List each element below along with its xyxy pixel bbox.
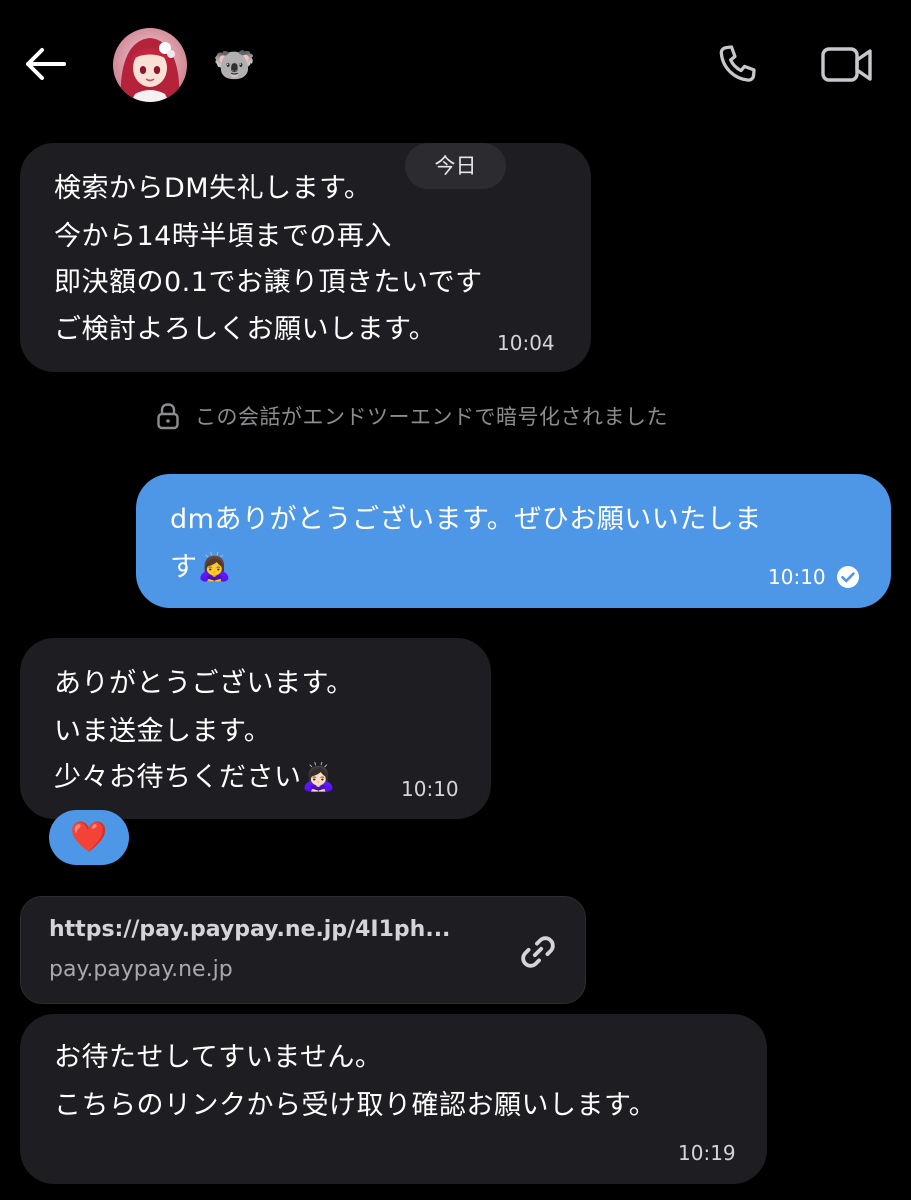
message-text-line: 少々お待ちください🙇🏻‍♀️ (54, 762, 336, 793)
read-check-icon (837, 566, 859, 588)
message-text-line: お待たせしてすいません。 (54, 1042, 383, 1073)
date-separator: 今日 (405, 143, 506, 189)
message-text-line: こちらのリンクから受け取り確認お願いします。 (54, 1090, 657, 1121)
message-timestamp: 10:10 (401, 777, 459, 801)
message-bubble-incoming[interactable]: 検索からDM失礼します。 今から14時半頃までの再入 即決額の0.1でお譲り頂き… (20, 143, 591, 372)
link-icon (521, 936, 555, 968)
message-timestamp: 10:10 (768, 565, 826, 589)
message-text-line: 即決額の0.1でお譲り頂きたいです (54, 267, 483, 298)
message-timestamp: 10:19 (678, 1141, 736, 1165)
link-domain: pay.paypay.ne.jp (49, 957, 233, 982)
arrow-left-icon (26, 48, 66, 80)
message-text-line: 検索からDM失礼します。 (54, 173, 372, 204)
heart-reaction[interactable]: ❤️ (49, 810, 129, 865)
message-bubble-incoming[interactable]: ありがとうございます。 いま送金します。 少々お待ちください🙇🏻‍♀️ 10:1… (20, 638, 491, 819)
contact-name-emoji[interactable]: 🐨 (213, 45, 255, 85)
encryption-notice: この会話がエンドツーエンドで暗号化されました (155, 398, 765, 434)
avatar-image (113, 28, 187, 102)
video-call-button[interactable] (820, 42, 874, 88)
avatar[interactable] (113, 28, 187, 102)
phone-icon (719, 45, 756, 82)
message-text-line: ご検討よろしくお願いします。 (54, 314, 437, 345)
message-text-line: いま送金します。 (54, 716, 272, 747)
message-text-line: ありがとうございます。 (54, 668, 354, 699)
message-text-line: す🙇‍♀️ (170, 552, 232, 583)
video-camera-icon (821, 47, 872, 82)
link-preview-card[interactable]: https://pay.paypay.ne.jp/4I1ph... pay.pa… (20, 896, 586, 1004)
message-bubble-outgoing[interactable]: dmありがとうございます。ぜひお願いいたしま す🙇‍♀️ 10:10 (136, 474, 891, 608)
message-text-line: dmありがとうございます。ぜひお願いいたしま (170, 504, 762, 535)
lock-icon (157, 403, 179, 430)
message-bubble-incoming[interactable]: お待たせしてすいません。 こちらのリンクから受け取り確認お願いします。 10:1… (20, 1014, 767, 1184)
call-button[interactable] (712, 40, 764, 92)
message-text-line: 今から14時半頃までの再入 (54, 221, 392, 252)
encryption-notice-text: この会話がエンドツーエンドで暗号化されました (195, 405, 668, 429)
message-timestamp: 10:04 (497, 331, 555, 355)
link-url: https://pay.paypay.ne.jp/4I1ph... (49, 917, 451, 942)
back-button[interactable] (22, 44, 68, 84)
